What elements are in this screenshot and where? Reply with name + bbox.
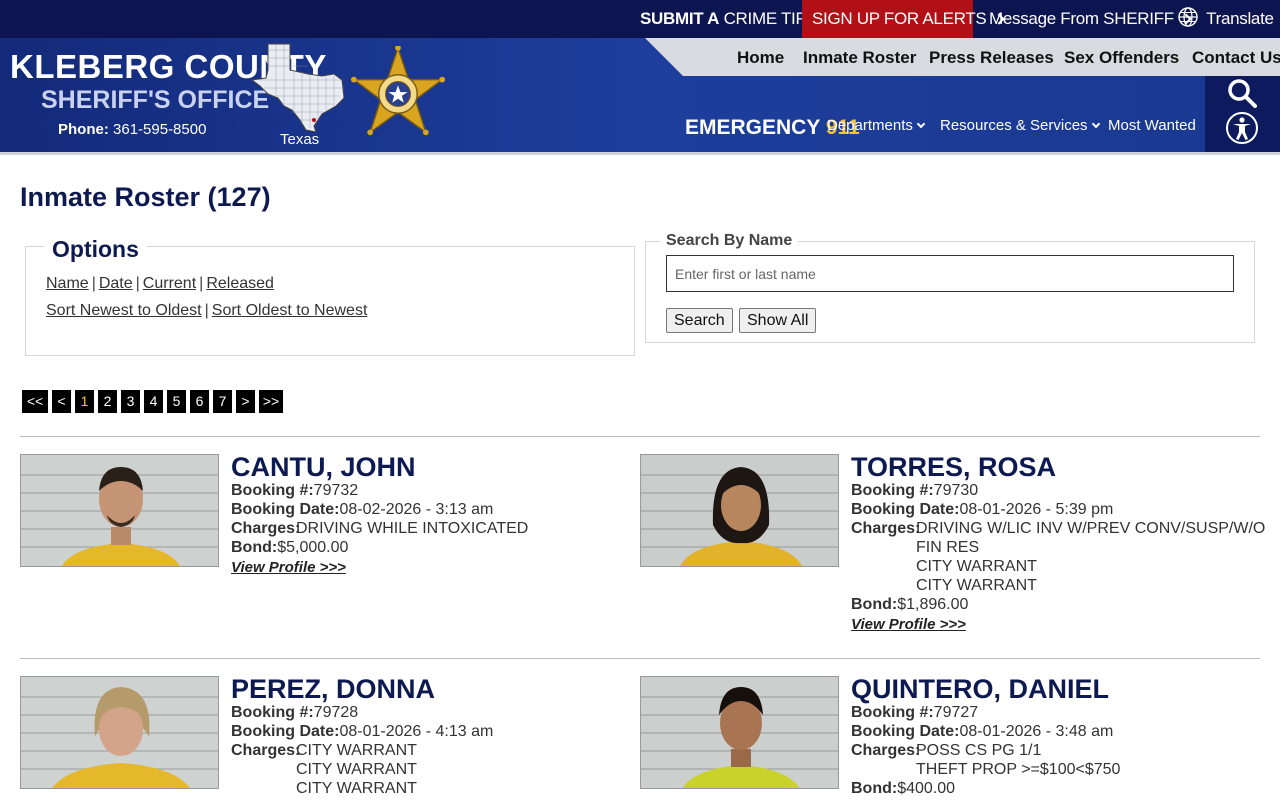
show-all-button[interactable]: Show All — [739, 308, 817, 333]
bond-amount: Bond:$400.00 — [851, 780, 956, 797]
page-title: Inmate Roster (127) — [20, 182, 271, 212]
booking-number: Booking #:79728 — [231, 704, 359, 721]
filter-current-link[interactable]: Current — [143, 275, 196, 292]
search-icon[interactable] — [1227, 78, 1257, 108]
page-first-button[interactable]: << — [22, 390, 48, 413]
inmate-photo[interactable] — [640, 676, 839, 789]
search-legend: Search By Name — [660, 232, 799, 250]
bond-amount: Bond:$1,896.00 — [851, 596, 969, 613]
charge-item: CITY WARRANT — [916, 558, 1037, 575]
page-5-button[interactable]: 5 — [167, 390, 186, 413]
nav-contact-us[interactable]: Contact Us — [1192, 48, 1280, 68]
texas-map-icon — [250, 43, 345, 132]
inmate-photo[interactable] — [20, 454, 219, 567]
inmate-photo[interactable] — [640, 454, 839, 567]
page-1-button[interactable]: 1 — [75, 390, 94, 413]
inmate-name[interactable]: QUINTERO, DANIEL — [851, 674, 1109, 705]
inmate-name[interactable]: PEREZ, DONNA — [231, 674, 435, 705]
page-prev-button[interactable]: < — [52, 390, 71, 413]
booking-number: Booking #:79727 — [851, 704, 979, 721]
view-profile-link[interactable]: View Profile >>> — [851, 616, 966, 633]
translate-link[interactable]: Translate — [1178, 0, 1274, 38]
roster-divider — [20, 436, 1260, 437]
inmate-name[interactable]: TORRES, ROSA — [851, 452, 1056, 483]
accessibility-icon[interactable] — [1225, 111, 1259, 145]
page-next-button[interactable]: > — [236, 390, 255, 413]
mugshot-image — [641, 677, 838, 788]
top-utility-bar: SUBMIT A CRIME TIP SIGN UP FOR ALERTS Me… — [0, 0, 1280, 38]
search-name-input[interactable] — [666, 255, 1234, 292]
charge-item: CITY WARRANT — [916, 577, 1037, 594]
resources-services-dropdown[interactable]: Resources & Services — [940, 117, 1100, 134]
booking-number: Booking #:79732 — [231, 482, 359, 499]
booking-date: Booking Date:08-01-2026 - 4:13 am — [231, 723, 494, 740]
search-button[interactable]: Search — [666, 308, 733, 333]
charge-item: CITY WARRANT — [296, 780, 417, 797]
booking-date: Booking Date:08-02-2026 - 3:13 am — [231, 501, 494, 518]
page-7-button[interactable]: 7 — [213, 390, 232, 413]
site-subtitle[interactable]: SHERIFF'S OFFICE — [41, 86, 269, 115]
inmate-name[interactable]: CANTU, JOHN — [231, 452, 416, 483]
filter-date-link[interactable]: Date — [99, 275, 133, 292]
charge-item: CITY WARRANT — [296, 761, 417, 778]
mugshot-image — [641, 455, 838, 566]
options-legend: Options — [44, 236, 147, 263]
nav-sex-offenders[interactable]: Sex Offenders — [1064, 48, 1179, 68]
nav-home[interactable]: Home — [737, 48, 784, 68]
charges-label: Charges: — [231, 742, 301, 759]
booking-number: Booking #:79730 — [851, 482, 979, 499]
header-divider — [0, 152, 1280, 155]
charge-item: DRIVING WHILE INTOXICATED — [296, 520, 529, 537]
phone-number: Phone: 361-595-8500 — [58, 121, 207, 138]
charge-item: FIN RES — [916, 539, 980, 556]
roster-divider — [20, 658, 1260, 659]
texas-label: Texas — [280, 131, 320, 148]
sign-up-alerts-link[interactable]: SIGN UP FOR ALERTS — [802, 0, 1005, 38]
charges-label: Charges: — [851, 742, 921, 759]
charges-label: Charges: — [231, 520, 301, 537]
inmate-photo[interactable] — [20, 676, 219, 789]
charge-item: CITY WARRANT — [296, 742, 417, 759]
sort-links: Sort Newest to Oldest | Sort Oldest to New… — [46, 302, 368, 319]
view-profile-link[interactable]: View Profile >>> — [231, 559, 346, 576]
nav-inmate-roster[interactable]: Inmate Roster — [803, 48, 916, 68]
page-4-button[interactable]: 4 — [144, 390, 163, 413]
sort-newest-link[interactable]: Sort Newest to Oldest — [46, 302, 202, 319]
message-from-sheriff-link[interactable]: Message From SHERIFF — [989, 0, 1192, 38]
booking-date: Booking Date:08-01-2026 - 5:39 pm — [851, 501, 1114, 518]
page-2-button[interactable]: 2 — [98, 390, 117, 413]
charge-item: POSS CS PG 1/1 — [916, 742, 1042, 759]
nav-press-releases[interactable]: Press Releases — [929, 48, 1054, 68]
submit-crime-tip-link[interactable]: SUBMIT A CRIME TIP — [640, 0, 825, 38]
filter-name-link[interactable]: Name — [46, 275, 89, 292]
filter-links: Name | Date | Current | Released — [46, 275, 274, 292]
most-wanted-link[interactable]: Most Wanted — [1108, 117, 1196, 134]
globe-icon — [1178, 7, 1198, 27]
sort-oldest-link[interactable]: Sort Oldest to Newest — [212, 302, 368, 319]
bond-amount: Bond:$5,000.00 — [231, 539, 349, 556]
chevron-down-icon — [916, 119, 926, 129]
page-3-button[interactable]: 3 — [121, 390, 140, 413]
charge-item: DRIVING W/LIC INV W/PREV CONV/SUSP/W/O — [916, 520, 1266, 537]
sheriff-star-badge-icon — [350, 46, 446, 136]
chevron-down-icon — [1091, 119, 1100, 129]
booking-date: Booking Date:08-01-2026 - 3:48 am — [851, 723, 1114, 740]
mugshot-image — [21, 455, 218, 566]
page-6-button[interactable]: 6 — [190, 390, 209, 413]
departments-dropdown[interactable]: Departments — [827, 117, 926, 134]
mugshot-image — [21, 677, 218, 788]
page-last-button[interactable]: >> — [259, 390, 283, 413]
charges-label: Charges: — [851, 520, 921, 537]
filter-released-link[interactable]: Released — [206, 275, 274, 292]
charge-item: THEFT PROP >=$100<$750 — [916, 761, 1121, 778]
site-header: KLEBERG COUNTY SHERIFF'S OFFICE Phone: 3… — [0, 38, 1280, 152]
